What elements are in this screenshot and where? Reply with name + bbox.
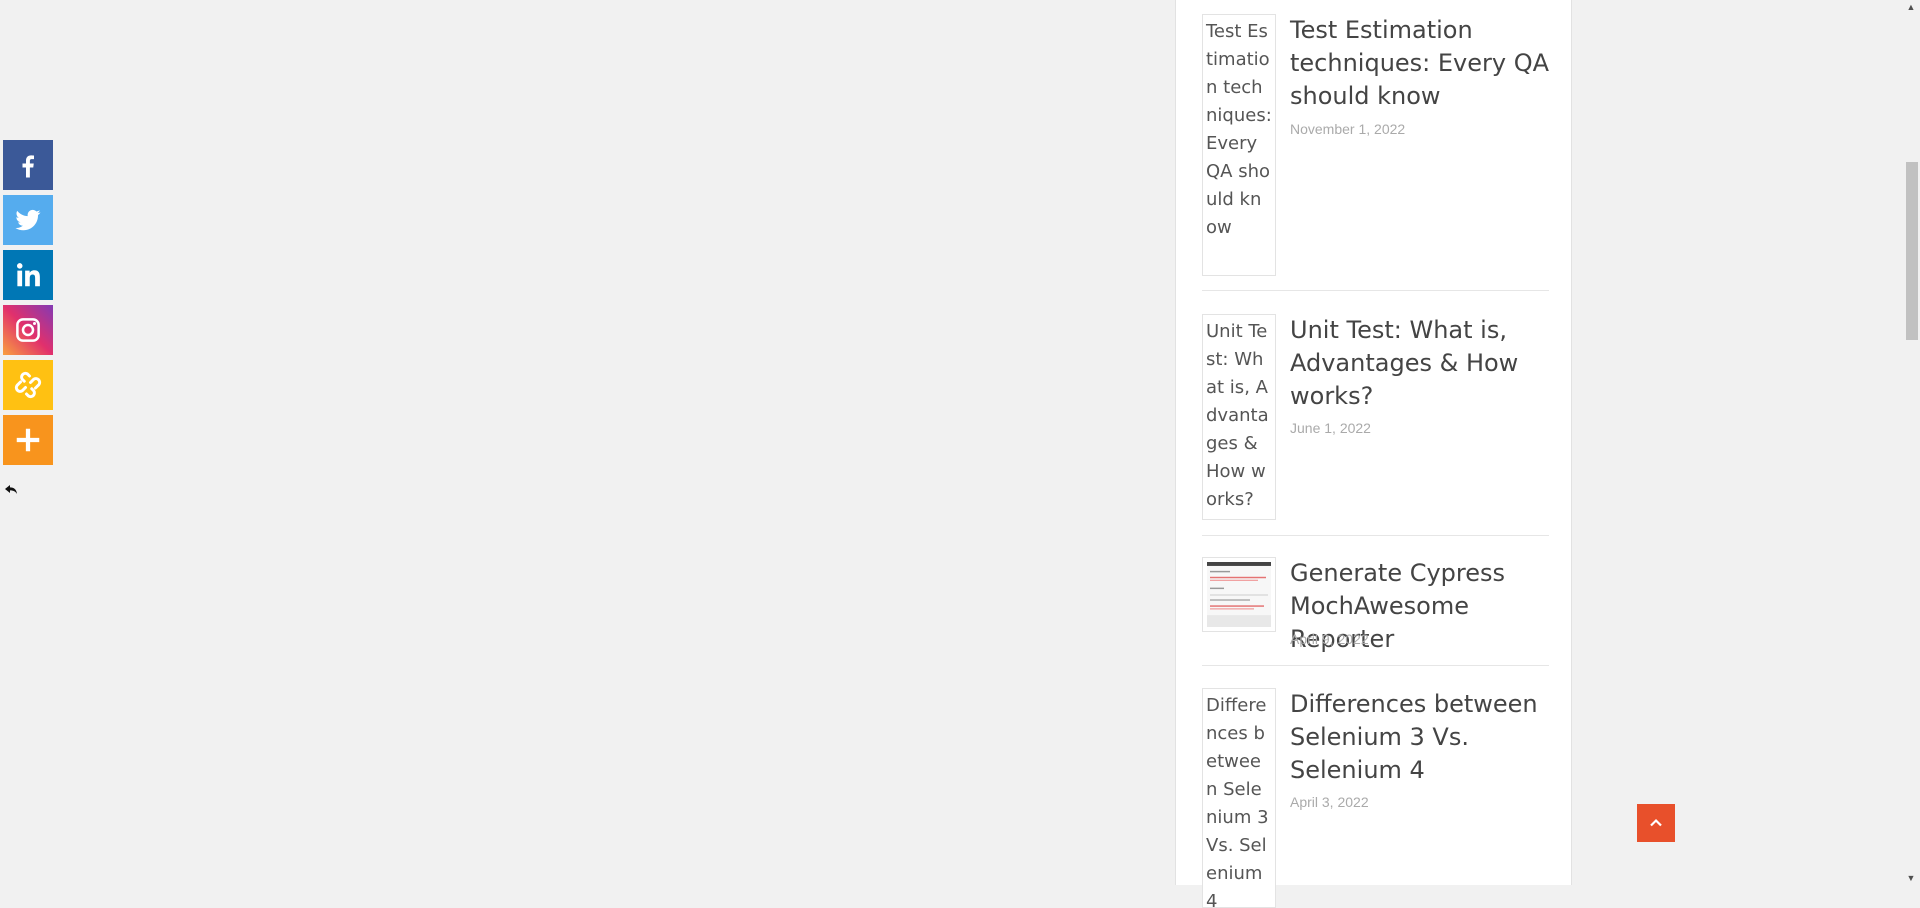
facebook-share-button[interactable]	[3, 140, 53, 190]
linkedin-icon	[17, 263, 40, 287]
scroll-down-arrow-icon[interactable]: ▼	[1906, 873, 1916, 883]
back-to-top-button[interactable]	[1637, 804, 1675, 842]
post-item[interactable]: Differences between Selenium 3 Vs. Selen…	[1202, 688, 1549, 908]
post-date: November 1, 2022	[1290, 121, 1406, 137]
post-thumbnail[interactable]: Differences between Selenium 3 Vs. Selen…	[1202, 688, 1276, 908]
instagram-share-button[interactable]	[3, 305, 53, 355]
post-title-link[interactable]: Unit Test: What is, Advantages & How wor…	[1290, 314, 1552, 413]
plus-icon	[16, 428, 40, 452]
twitter-share-button[interactable]	[3, 195, 53, 245]
social-share-bar	[3, 140, 53, 470]
post-thumbnail[interactable]	[1202, 557, 1276, 632]
post-thumbnail[interactable]: Test Estimation techniques: Every QA sho…	[1202, 14, 1276, 276]
scroll-up-arrow-icon[interactable]: ▲	[1906, 2, 1916, 12]
scrollbar-thumb[interactable]	[1906, 162, 1918, 340]
chevron-up-icon	[1650, 818, 1662, 827]
post-title-link[interactable]: Test Estimation techniques: Every QA sho…	[1290, 14, 1552, 113]
post-item[interactable]: Generate Cypress MochAwesome Reporter Ap…	[1202, 557, 1549, 666]
copy-link-button[interactable]	[3, 360, 53, 410]
post-item[interactable]: Test Estimation techniques: Every QA sho…	[1202, 14, 1549, 291]
more-share-button[interactable]	[3, 415, 53, 465]
twitter-icon	[15, 209, 41, 231]
recent-posts-sidebar: Test Estimation techniques: Every QA sho…	[1175, 0, 1572, 908]
link-icon	[14, 371, 42, 399]
post-item[interactable]: Unit Test: What is, Advantages & How wor…	[1202, 314, 1549, 536]
hide-share-bar-icon[interactable]	[3, 481, 19, 497]
post-title-link[interactable]: Differences between Selenium 3 Vs. Selen…	[1290, 688, 1552, 787]
post-thumbnail-image	[1207, 562, 1271, 627]
vertical-scrollbar[interactable]: ▲ ▼	[1903, 0, 1920, 885]
post-date: June 1, 2022	[1290, 420, 1371, 436]
post-thumbnail[interactable]: Unit Test: What is, Advantages & How wor…	[1202, 314, 1276, 520]
post-date: April 9, 2022	[1290, 631, 1369, 647]
post-date: April 3, 2022	[1290, 794, 1369, 810]
instagram-icon	[16, 318, 40, 342]
facebook-icon	[22, 155, 34, 178]
linkedin-share-button[interactable]	[3, 250, 53, 300]
